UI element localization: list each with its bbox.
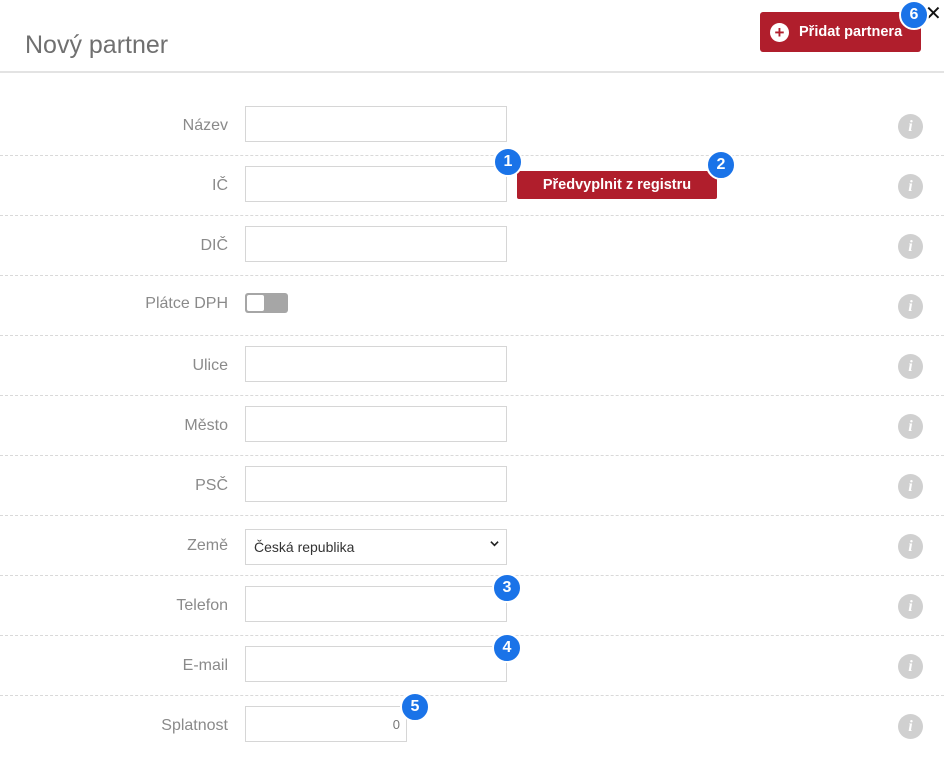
splatnost-input[interactable]	[245, 706, 407, 742]
ic-input[interactable]	[245, 166, 507, 202]
annotation-badge-2: 2	[706, 150, 736, 180]
dic-label: DIČ	[200, 237, 228, 254]
page-title: Nový partner	[25, 31, 169, 59]
mesto-input[interactable]	[245, 406, 507, 442]
annotation-badge-6: 6	[899, 0, 929, 30]
nazev-label: Název	[182, 117, 228, 134]
platce-dph-label: Plátce DPH	[145, 295, 228, 312]
telefon-input[interactable]	[245, 586, 507, 622]
annotation-badge-4: 4	[492, 633, 522, 663]
ic-label: IČ	[212, 177, 228, 194]
info-icon[interactable]: i	[898, 114, 923, 139]
zeme-select[interactable]: Česká republika	[245, 529, 507, 565]
splatnost-label: Splatnost	[161, 717, 228, 734]
form-row-telefon: Telefon	[0, 576, 944, 636]
annotation-badge-3: 3	[492, 573, 522, 603]
form-row-zeme: Země Česká republika	[0, 516, 944, 576]
platce-dph-toggle[interactable]	[245, 293, 288, 313]
toggle-knob	[247, 295, 264, 311]
form-row-nazev: Název	[0, 96, 944, 156]
info-icon[interactable]: i	[898, 714, 923, 739]
nazev-input[interactable]	[245, 106, 507, 142]
form-row-email: E-mail	[0, 636, 944, 696]
form-row-mesto: Město	[0, 396, 944, 456]
add-partner-button[interactable]: + Přidat partnera	[760, 12, 921, 52]
form-row-ulice: Ulice	[0, 336, 944, 396]
info-icon[interactable]: i	[898, 174, 923, 199]
ulice-label: Ulice	[192, 357, 228, 374]
chevron-down-icon	[490, 541, 499, 547]
ulice-input[interactable]	[245, 346, 507, 382]
zeme-label: Země	[187, 537, 228, 554]
email-label: E-mail	[182, 657, 228, 674]
zeme-selected-value: Česká republika	[254, 539, 355, 555]
add-partner-label: Přidat partnera	[799, 24, 903, 40]
info-icon[interactable]: i	[898, 594, 923, 619]
info-icon[interactable]: i	[898, 654, 923, 679]
annotation-badge-5: 5	[400, 692, 430, 722]
mesto-label: Město	[184, 417, 228, 434]
annotation-badge-1: 1	[493, 147, 523, 177]
form-row-psc: PSČ	[0, 456, 944, 516]
dic-input[interactable]	[245, 226, 507, 262]
psc-input[interactable]	[245, 466, 507, 502]
info-icon[interactable]: i	[898, 414, 923, 439]
psc-label: PSČ	[195, 477, 228, 494]
prefill-from-registry-button[interactable]: Předvyplnit z registru	[517, 171, 717, 199]
form-row-platce-dph: Plátce DPH	[0, 276, 944, 336]
form-row-dic: DIČ	[0, 216, 944, 276]
info-icon[interactable]: i	[898, 234, 923, 259]
info-icon[interactable]: i	[898, 354, 923, 379]
info-icon[interactable]: i	[898, 474, 923, 499]
telefon-label: Telefon	[176, 597, 228, 614]
form-row-ic: IČ	[0, 156, 944, 216]
info-icon[interactable]: i	[898, 294, 923, 319]
info-icon[interactable]: i	[898, 534, 923, 559]
email-input[interactable]	[245, 646, 507, 682]
plus-icon: +	[770, 22, 789, 42]
form-row-splatnost: Splatnost	[0, 696, 944, 756]
